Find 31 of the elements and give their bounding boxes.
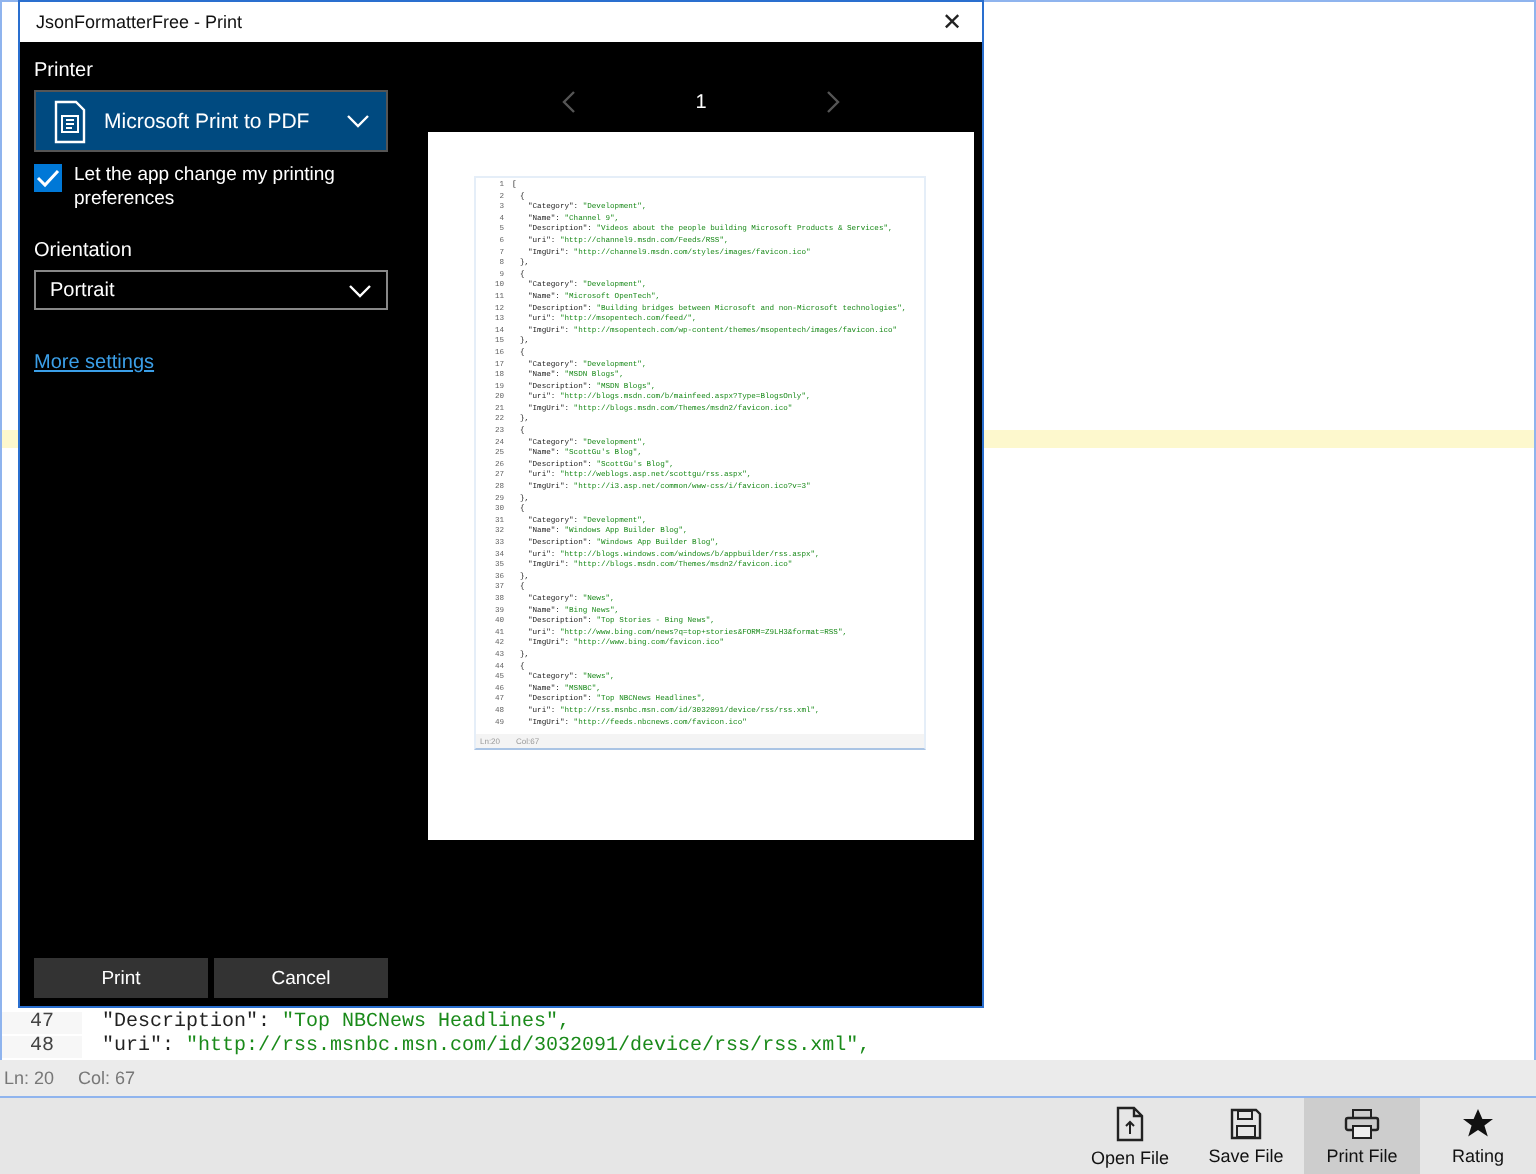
status-text: Ln: 20 [4,1068,55,1088]
line-number: 47 [2,1012,82,1034]
chevron-down-icon [348,283,372,297]
chevron-left-icon[interactable] [559,90,576,114]
page-number: 1 [695,91,707,113]
status-text: Col: 67 [78,1068,136,1088]
checkbox-label: Let the app change my printing preferences [74,164,337,212]
toolbar-button[interactable]: Save File [1188,1098,1304,1174]
file-icon [1114,1105,1146,1141]
toolbar-button[interactable]: Open File [1072,1098,1188,1174]
printer-dropdown[interactable]: Microsoft Print to PDF [34,90,388,152]
line-number: 48 [2,1036,82,1058]
dialog-button[interactable]: Cancel [214,958,388,998]
close-button[interactable]: ✕ [922,6,982,38]
more-settings-link[interactable]: More settings [34,352,155,374]
dialog-button[interactable]: Print [34,958,208,998]
save-icon [1230,1107,1262,1139]
star-icon [1462,1107,1494,1139]
toolbar-button[interactable]: Print File [1304,1098,1420,1174]
toolbar-button[interactable]: Rating [1420,1098,1536,1174]
orientation-dropdown[interactable]: Portrait [34,270,388,310]
orientation-label: Orientation [34,240,134,262]
printer-label: Printer [34,60,95,82]
printer-icon [1344,1107,1380,1139]
code-line: "Description": "Top NBCNews Headlines", [100,1012,571,1034]
printer-icon [52,99,88,143]
checkbox[interactable] [34,164,62,192]
chevron-down-icon [346,114,370,128]
code-line: "uri": "http://rss.msnbc.msn.com/id/3032091/device/rss/rss.xml", [100,1036,871,1058]
dialog-title: JsonFormatterFree - Print [36,12,243,32]
chevron-right-icon[interactable] [826,90,843,114]
